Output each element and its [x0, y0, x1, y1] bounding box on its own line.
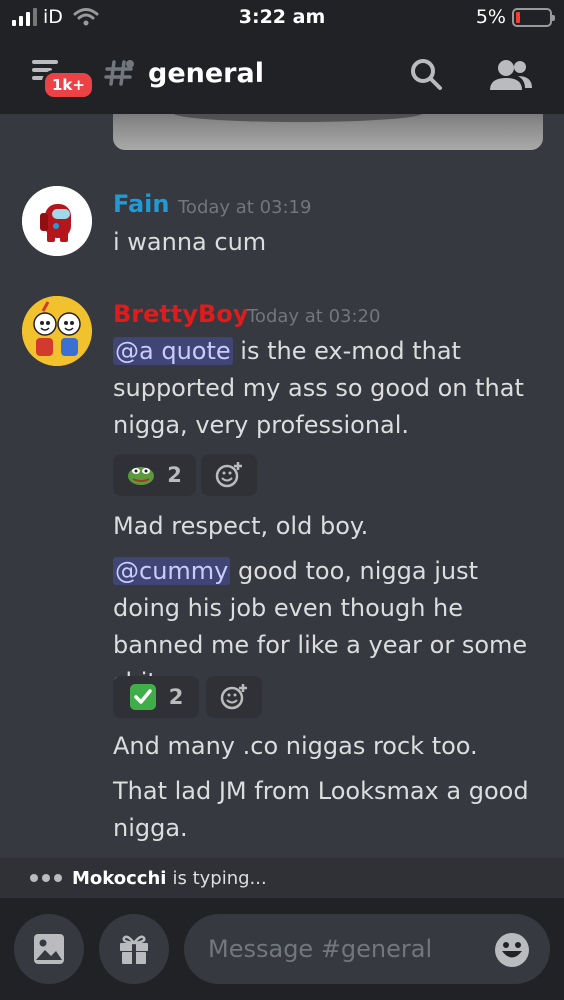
message-text: @a quote is the ex-mod that supported my…: [113, 337, 524, 439]
user-mention[interactable]: @a quote: [113, 337, 233, 365]
pepe-frog-icon: [128, 467, 155, 485]
avatar[interactable]: [22, 296, 92, 366]
typing-indicator: Mokocchi is typing...: [0, 858, 564, 898]
notification-badge: 1k+: [42, 70, 95, 100]
status-bar: iD 3:22 am 5%: [0, 0, 564, 36]
avatar[interactable]: [22, 186, 92, 256]
emoji-picker-icon[interactable]: [494, 932, 530, 968]
check-mark-icon: [129, 684, 156, 710]
image-icon: [34, 934, 64, 964]
gift-icon: [120, 935, 148, 964]
user-mention[interactable]: @cummy: [113, 557, 231, 585]
battery-percent: 5%: [475, 6, 506, 28]
add-reaction-icon: [215, 462, 242, 488]
add-reaction-icon: [220, 684, 247, 710]
hamburger-icon: [32, 60, 58, 64]
cuphead-avatar-icon: [22, 296, 92, 366]
reaction-button[interactable]: 2: [113, 676, 199, 718]
search-icon[interactable]: [408, 56, 444, 92]
reaction-button[interactable]: 2: [113, 454, 196, 496]
menu-button[interactable]: 1k+: [30, 58, 95, 100]
typing-text: is typing...: [172, 867, 267, 889]
message-author[interactable]: BrettyBoy: [113, 300, 248, 328]
previous-image-attachment[interactable]: [113, 114, 543, 150]
message-text: And many .co niggas rock too.: [113, 732, 478, 760]
add-reaction-button[interactable]: [201, 454, 257, 496]
typing-user: Mokocchi: [72, 867, 167, 889]
message-text: Mad respect, old boy.: [113, 512, 369, 540]
message-timestamp: Today at 03:19: [178, 197, 312, 218]
reaction-count: 2: [167, 463, 182, 487]
message-text: That lad JM from Looksmax a good nigga.: [113, 777, 529, 842]
among-us-avatar-icon: [22, 186, 92, 256]
channel-hash-icon: [104, 60, 134, 86]
channel-header: 1k+ general: [0, 36, 564, 114]
message-author[interactable]: Fain: [113, 190, 170, 218]
gift-button[interactable]: [99, 914, 169, 984]
members-icon[interactable]: [488, 58, 534, 92]
attach-image-button[interactable]: [14, 914, 84, 984]
composer-bar: [0, 898, 564, 1000]
message-list[interactable]: Fain Today at 03:19 i wanna cum BrettyBo…: [0, 114, 564, 858]
message-timestamp: Today at 03:20: [247, 306, 381, 327]
message-text: i wanna cum: [113, 228, 267, 256]
channel-title: general: [148, 58, 264, 89]
battery-icon: [512, 7, 555, 27]
add-reaction-button[interactable]: [206, 676, 262, 718]
reaction-count: 2: [168, 685, 184, 709]
typing-dots-icon: [30, 874, 62, 882]
